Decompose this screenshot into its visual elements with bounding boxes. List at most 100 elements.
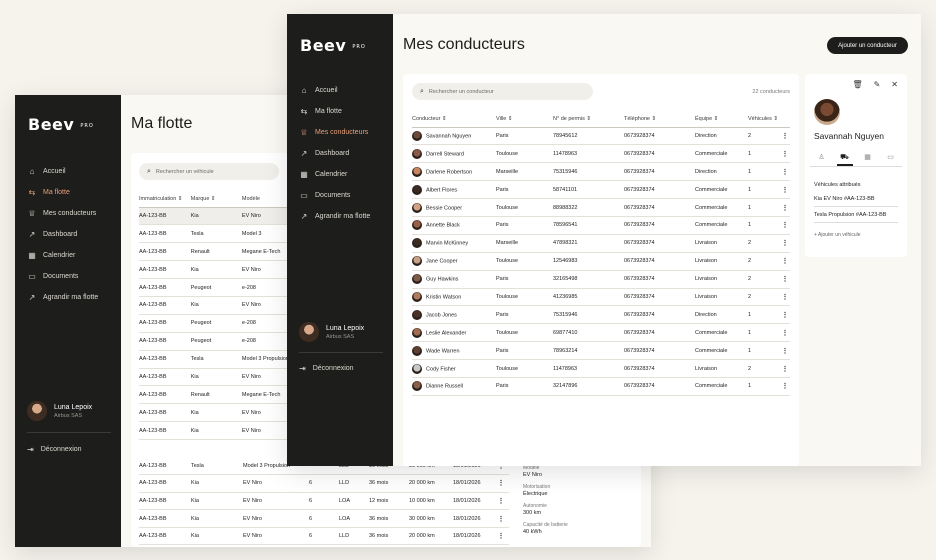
cell-text: Commerciale — [695, 150, 728, 157]
table-row[interactable]: AA-123-BB Peugeot e-208 — [139, 314, 289, 333]
sidebar-item-ma-flotte[interactable]: ⇆ Ma flotte — [27, 182, 115, 203]
table-row[interactable]: AA-123-BB Kia EV Niro — [139, 207, 289, 226]
table-row[interactable]: Jane Cooper Toulouse 12546983 0673928374 Liv… — [412, 252, 790, 271]
row-menu-button[interactable]: ⋮ — [780, 216, 790, 235]
table-row[interactable]: AA-123-BB Kia EV Niro — [139, 403, 289, 423]
table-row[interactable]: Kristin Watson Toulouse 41236985 0673928374… — [412, 288, 790, 307]
table-row[interactable]: Leslie Alexander Toulouse 69877410 06739283… — [412, 323, 790, 343]
assigned-vehicle-2[interactable]: Tesla Propulsion #AA-123-BB — [814, 212, 886, 218]
row-menu-button[interactable]: ⋮ — [493, 492, 509, 511]
table-row[interactable]: Wade Warren Paris 78963214 0673928374 Commer… — [412, 341, 790, 361]
row-menu-button[interactable]: ⋮ — [780, 234, 790, 253]
table-row[interactable]: AA-123-BB Kia EV Niro — [139, 296, 289, 315]
sidebar-item-conducteurs[interactable]: ♕ Mes conducteurs — [299, 122, 387, 143]
sidebar-item-accueil[interactable]: ⌂ Accueil — [27, 161, 115, 182]
row-menu-button[interactable]: ⋮ — [493, 474, 509, 493]
table-cell: Jacob Jones — [412, 305, 496, 325]
tab-profile-icon[interactable]: ♙ — [814, 153, 830, 166]
row-menu-button[interactable]: ⋮ — [493, 527, 509, 546]
col-marque[interactable]: Marque ⇕ — [190, 191, 242, 208]
sidebar-item-dashboard[interactable]: ↗ Dashboard — [299, 143, 387, 164]
search-input[interactable]: ⌕ Rechercher un conducteur — [412, 83, 593, 100]
table-row[interactable]: AA-123-BB Tesla Model 3 — [139, 224, 289, 244]
tab-documents-icon[interactable]: ▭ — [883, 153, 899, 166]
table-row[interactable]: AA-123-BB Kia EV Niro — [139, 421, 289, 441]
table-row[interactable]: Cody Fisher Toulouse 11478963 0673928374 Liv… — [412, 359, 790, 378]
table-row[interactable]: AA-123-BB Tesla Model 3 Propulsion — [139, 350, 289, 369]
user-profile[interactable]: Luna Lepoix Airbus SAS — [27, 401, 111, 421]
sidebar-item-documents[interactable]: ▭ Documents — [299, 185, 387, 206]
table-cell: Jane Cooper — [412, 252, 496, 271]
col-immatriculation[interactable]: Immatriculation ⇕ — [139, 191, 191, 208]
col-vehicules[interactable]: Véhicules ⇕ — [748, 111, 780, 128]
sidebar-item-calendrier[interactable]: ▦ Calendrier — [299, 164, 387, 185]
sidebar-item-documents[interactable]: ▭ Documents — [27, 266, 115, 287]
driver-avatar — [814, 99, 840, 125]
sidebar-item-conducteurs[interactable]: ♕ Mes conducteurs — [27, 203, 115, 224]
row-menu-button[interactable]: ⋮ — [780, 198, 790, 217]
user-profile[interactable]: Luna Lepoix Airbus SAS — [299, 322, 383, 342]
table-row[interactable]: Savannah Nguyen Paris 78945612 0673928374 Di… — [412, 127, 790, 146]
close-icon[interactable]: ✕ — [891, 80, 898, 89]
tab-calendar-icon[interactable]: ▦ — [860, 153, 876, 166]
table-row[interactable]: Jacob Jones Paris 75315946 0673928374 Direct… — [412, 305, 790, 325]
sidebar-item-ma-flotte[interactable]: ⇆ Ma flotte — [299, 101, 387, 122]
row-menu-button[interactable]: ⋮ — [780, 305, 790, 325]
row-menu-button[interactable]: ⋮ — [780, 377, 790, 396]
row-menu-button[interactable]: ⋮ — [780, 359, 790, 378]
col-ville[interactable]: Ville ⇕ — [496, 111, 553, 128]
assigned-vehicle-1[interactable]: Kia EV Niro #AA-123-BB — [814, 196, 875, 202]
logout-button[interactable]: ⇥ Déconnexion — [27, 445, 82, 454]
sidebar-item-agrandir[interactable]: ↗ Agrandir ma flotte — [27, 287, 115, 308]
row-menu-button[interactable]: ⋮ — [780, 252, 790, 271]
cell-text: 2 — [748, 276, 752, 283]
add-driver-button[interactable]: Ajouter un conducteur — [827, 37, 908, 54]
table-row[interactable]: Darrell Steward Toulouse 11478963 067392837… — [412, 144, 790, 164]
table-row[interactable]: Annette Black Paris 78596541 0673928374 Comm… — [412, 216, 790, 235]
col-conducteur[interactable]: Conducteur ⇕ — [412, 111, 496, 128]
table-row[interactable]: AA-123-BB Peugeot e-208 — [139, 278, 289, 297]
table-row[interactable]: AA-123-BB Kia EV Niro — [139, 368, 289, 387]
row-menu-button[interactable]: ⋮ — [493, 509, 509, 528]
table-row[interactable]: Bessie Cooper Toulouse 88988322 0673928374 C… — [412, 198, 790, 217]
col-permis[interactable]: N° de permis ⇕ — [553, 111, 624, 128]
tab-vehicles-icon[interactable]: ⛟ — [836, 153, 853, 166]
table-row[interactable]: Guy Hawkins Paris 32165498 0673928374 Livrai… — [412, 270, 790, 289]
cell-text: 32165498 — [553, 276, 578, 283]
search-input[interactable]: ⌕ Rechercher un véhicule — [139, 163, 279, 180]
table-row[interactable]: AA-123-BB Kia EV Niro 6 LLD 36 mois 20 000 km 1… — [139, 474, 509, 493]
table-row[interactable]: AA-123-BB Kia EV Niro 6 LOA 12 mois 10 000 km 1… — [139, 492, 509, 511]
add-vehicle-link[interactable]: + Ajouter un véhicule — [814, 232, 861, 238]
table-row[interactable]: AA-123-BB Renault Megane E-Tech — [139, 242, 289, 262]
row-menu-button[interactable]: ⋮ — [780, 180, 790, 200]
table-cell: 78945612 — [553, 127, 624, 146]
row-menu-button[interactable]: ⋮ — [780, 162, 790, 182]
col-equipe[interactable]: Équipe ⇕ — [695, 111, 748, 128]
edit-icon[interactable]: ✎ — [874, 80, 881, 89]
row-menu-button[interactable]: ⋮ — [780, 127, 790, 146]
col-telephone[interactable]: Téléphone ⇕ — [624, 111, 695, 128]
row-menu-button[interactable]: ⋮ — [780, 341, 790, 361]
brand-logo: Beev PRO — [28, 115, 94, 134]
table-row[interactable]: Darlene Robertson Marseille 75315946 067392… — [412, 162, 790, 182]
table-row[interactable]: AA-123-BB Kia EV Niro 6 LLD 36 mois 20 000 km 1… — [139, 527, 509, 546]
table-row[interactable]: Marvin McKinney Marseille 47898321 06739283… — [412, 234, 790, 253]
sidebar-item-calendrier[interactable]: ▦ Calendrier — [27, 245, 115, 266]
sidebar-item-dashboard[interactable]: ↗ Dashboard — [27, 224, 115, 245]
sidebar-item-accueil[interactable]: ⌂ Accueil — [299, 80, 387, 101]
table-row[interactable]: AA-123-BB Kia EV Niro — [139, 260, 289, 280]
table-row[interactable]: AA-123-BB Kia EV Niro 6 LOA 36 mois 30 000 km 1… — [139, 509, 509, 528]
trash-icon[interactable]: 🗑 — [852, 80, 862, 89]
row-menu-button[interactable]: ⋮ — [780, 323, 790, 343]
logout-button[interactable]: ⇥ Déconnexion — [299, 364, 354, 373]
row-menu-button[interactable]: ⋮ — [780, 144, 790, 164]
table-row[interactable]: AA-123-BB Peugeot e-208 — [139, 332, 289, 351]
table-row[interactable]: Dianne Russell Paris 32147896 0673928374 Com… — [412, 377, 790, 396]
table-cell: 6 — [309, 509, 339, 528]
row-menu-button[interactable]: ⋮ — [780, 288, 790, 307]
table-row[interactable]: AA-123-BB Renault Megane E-Tech — [139, 385, 289, 405]
row-menu-button[interactable]: ⋮ — [780, 270, 790, 289]
table-row[interactable]: Albert Flores Paris 58741101 0673928374 Comm… — [412, 180, 790, 200]
sidebar-item-agrandir[interactable]: ↗ Agrandir ma flotte — [299, 206, 387, 227]
col-modele[interactable]: Modèle — [241, 191, 289, 208]
